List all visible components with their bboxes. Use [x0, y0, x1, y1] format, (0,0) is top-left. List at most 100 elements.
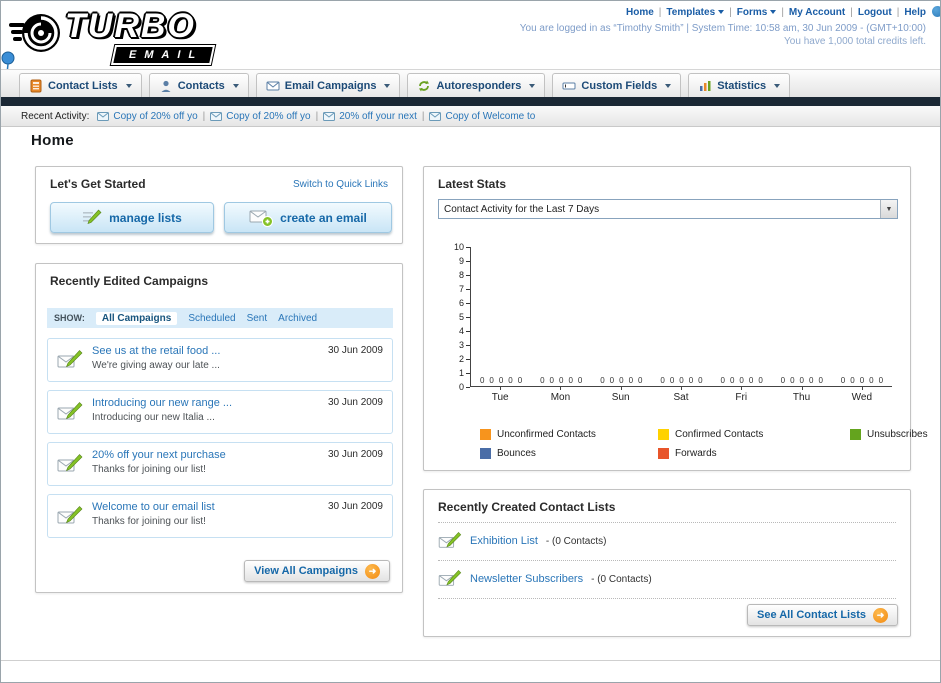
legend-swatch — [480, 448, 491, 459]
contact-list-link[interactable]: Exhibition List — [470, 535, 538, 547]
logo-swirl-icon — [9, 14, 60, 52]
header: TURBO EMAIL Home Templates Forms My Account… — [1, 1, 940, 112]
tab-label: Autoresponders — [436, 79, 522, 92]
recent-activity-item: 20% off your next — [323, 111, 417, 122]
tab-label: Contact Lists — [48, 79, 118, 92]
edit-campaign-icon — [57, 402, 83, 420]
recent-campaigns-title: Recently Edited Campaigns — [50, 274, 209, 288]
recent-activity-link[interactable]: Copy of 20% off yo — [113, 111, 197, 122]
legend-item: Unconfirmed Contacts — [480, 429, 658, 440]
edit-campaign-icon — [57, 506, 83, 524]
campaign-date: 30 Jun 2009 — [327, 501, 383, 512]
manage-lists-button[interactable]: manage lists — [50, 202, 214, 233]
recent-contact-lists-panel: Recently Created Contact Lists Exhibitio… — [423, 489, 911, 637]
chevron-down-icon — [232, 83, 239, 88]
recent-activity-bar: Recent Activity: Copy of 20% off yo Copy… — [1, 106, 940, 127]
help-bubble-icon[interactable] — [932, 6, 940, 17]
custom-fields-icon — [562, 82, 576, 89]
x-axis-label: Fri — [711, 387, 771, 405]
chart-groups: 00000 00000 00000 00000 00000 00000 00000 — [471, 247, 892, 386]
divider — [438, 560, 896, 561]
chart-plot: 00000 00000 00000 00000 00000 00000 00000 Tue M… — [470, 247, 892, 405]
get-started-panel: Let's Get Started Switch to Quick Links … — [35, 166, 403, 244]
app-window: TURBO EMAIL Home Templates Forms My Account… — [0, 0, 941, 683]
edit-list-icon — [438, 532, 462, 548]
chevron-down-icon — [665, 83, 672, 88]
envelope-icon — [210, 111, 223, 121]
recent-activity-link[interactable]: Copy of Welcome to — [445, 111, 535, 122]
create-email-button[interactable]: create an email — [224, 202, 392, 233]
page-title: Home — [31, 132, 74, 149]
tab-email-campaigns[interactable]: Email Campaigns — [255, 73, 401, 97]
envelope-icon — [429, 111, 442, 121]
see-all-contact-lists-button[interactable]: See All Contact Lists — [746, 604, 898, 626]
chevron-down-icon — [384, 83, 391, 88]
chart-group: 00000 — [840, 376, 884, 385]
recent-activity-label: Recent Activity: — [21, 110, 90, 122]
switch-quick-links-link[interactable]: Switch to Quick Links — [293, 179, 388, 190]
filter-sent[interactable]: Sent — [247, 313, 268, 324]
tab-statistics[interactable]: Statistics — [688, 73, 791, 97]
separator — [724, 7, 737, 18]
top-link-my-account[interactable]: My Account — [789, 7, 845, 18]
get-started-title: Let's Get Started — [50, 177, 146, 191]
contact-list-row: Newsletter Subscribers - (0 Contacts) — [438, 570, 652, 588]
stats-range-select[interactable]: Contact Activity for the Last 7 Days — [438, 199, 898, 219]
edit-list-icon — [438, 570, 462, 586]
legend-item: Unsubscribes — [850, 429, 928, 440]
recent-activity-link[interactable]: 20% off your next — [339, 111, 417, 122]
separator — [311, 111, 324, 122]
campaign-row: Introducing our new range ... Introducin… — [47, 390, 393, 434]
tab-contacts[interactable]: Contacts — [148, 73, 249, 97]
manage-lists-label: manage lists — [109, 210, 182, 225]
contacts-icon — [161, 80, 171, 92]
top-link-label: Templates — [666, 7, 716, 18]
top-link-logout[interactable]: Logout — [858, 7, 892, 18]
chart-group: 00000 — [479, 376, 523, 385]
tab-label: Email Campaigns — [284, 79, 377, 92]
top-link-help[interactable]: Help — [904, 7, 926, 18]
x-axis-label: Sat — [651, 387, 711, 405]
login-info: You are logged in as “Timothy Smith” | S… — [519, 23, 926, 34]
app-logo[interactable]: TURBO EMAIL — [9, 5, 269, 65]
top-link-forms[interactable]: Forms — [737, 7, 777, 18]
latest-stats-panel: Latest Stats Contact Activity for the La… — [423, 166, 928, 471]
separator — [198, 111, 211, 122]
campaign-row: Welcome to our email list Thanks for joi… — [47, 494, 393, 538]
arrow-right-icon — [365, 563, 380, 579]
view-all-campaigns-button[interactable]: View All Campaigns — [244, 560, 390, 582]
chevron-down-icon — [125, 83, 132, 88]
campaign-filters: SHOW: All Campaigns Scheduled Sent Archi… — [47, 308, 393, 328]
tab-custom-fields[interactable]: Custom Fields — [552, 73, 682, 97]
contact-list-link[interactable]: Newsletter Subscribers — [470, 573, 583, 585]
chart-y-axis: 10 9 8 7 6 5 4 3 2 1 0 — [440, 242, 470, 392]
tab-label: Contacts — [177, 79, 225, 92]
top-link-templates[interactable]: Templates — [666, 7, 725, 18]
logo-badge: EMAIL — [110, 45, 216, 65]
divider — [438, 522, 896, 523]
chart-group: 00000 — [600, 376, 643, 385]
x-axis-label: Tue — [470, 387, 530, 405]
top-link-home[interactable]: Home — [626, 7, 654, 18]
filter-archived[interactable]: Archived — [278, 313, 317, 324]
pencil-icon — [83, 209, 102, 224]
campaign-row: 20% off your next purchase Thanks for jo… — [47, 442, 393, 486]
edit-campaign-icon — [57, 454, 83, 472]
recent-activity-item: Copy of Welcome to — [429, 111, 535, 122]
view-all-campaigns-label: View All Campaigns — [254, 565, 358, 577]
footer-divider — [1, 660, 940, 661]
tab-autoresponders[interactable]: Autoresponders — [407, 73, 546, 97]
nav-accent-bar — [1, 97, 940, 106]
separator — [845, 7, 858, 18]
email-campaigns-icon — [266, 81, 280, 90]
tab-contact-lists[interactable]: Contact Lists — [19, 73, 142, 97]
see-all-contact-lists-label: See All Contact Lists — [756, 609, 866, 621]
legend-swatch — [658, 448, 669, 459]
campaign-list: See us at the retail food ... We're givi… — [47, 338, 393, 546]
campaign-subtitle: Introducing our new Italia ... — [92, 412, 215, 423]
filter-scheduled[interactable]: Scheduled — [188, 313, 235, 324]
recent-activity-link[interactable]: Copy of 20% off yo — [226, 111, 310, 122]
filter-all-campaigns[interactable]: All Campaigns — [95, 311, 178, 325]
envelope-icon — [97, 111, 110, 121]
top-link-label: Forms — [736, 7, 768, 18]
